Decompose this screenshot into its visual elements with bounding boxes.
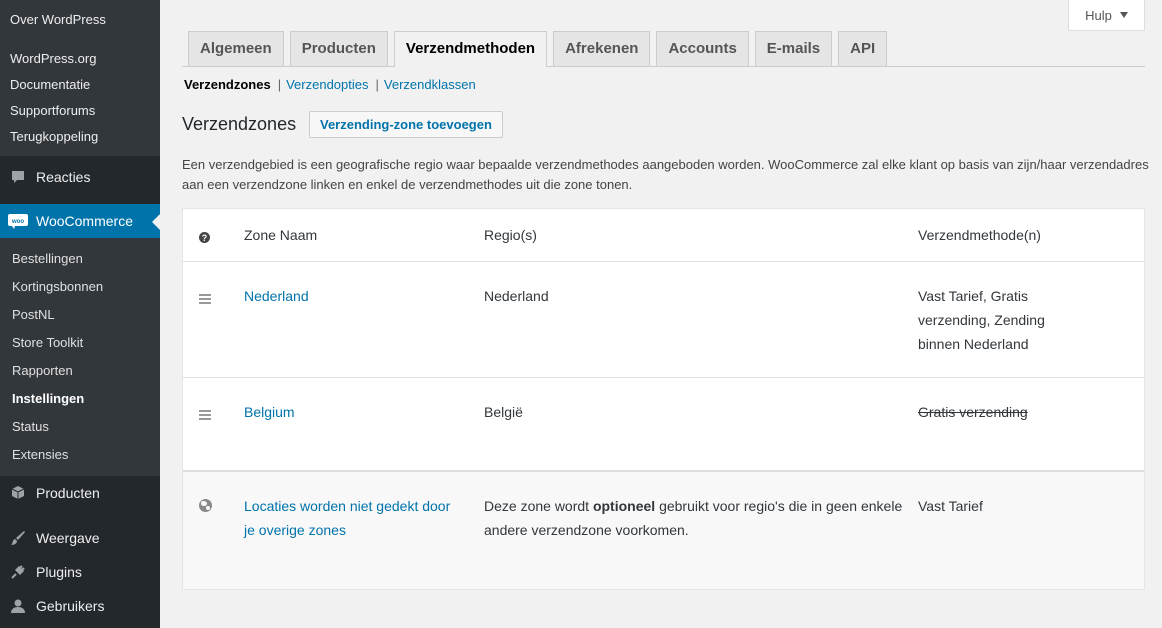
subnav-verzendopties[interactable]: Verzendopties (286, 77, 368, 92)
add-zone-button[interactable]: Verzending-zone toevoegen (309, 111, 503, 138)
menu-producten-label: Producten (36, 485, 100, 501)
sidebar-item-documentatie[interactable]: Documentatie (0, 72, 160, 98)
tab-algemeen[interactable]: Algemeen (188, 31, 284, 66)
menu-woocommerce[interactable]: woo WooCommerce (0, 204, 160, 238)
rest-zone-regions: Deze zone wordt optioneel gebruikt voor … (484, 494, 904, 542)
page-title: Verzendzones (182, 114, 297, 134)
about-submenu: Over WordPress (0, 0, 160, 40)
zone-methods-disabled: Gratis verzending (918, 404, 1028, 420)
sidebar-item-terugkoppeling[interactable]: Terugkoppeling (0, 124, 160, 150)
table-row: Belgium België Gratis verzending (183, 378, 1144, 472)
menu-reacties-label: Reacties (36, 169, 91, 185)
tab-accounts[interactable]: Accounts (656, 31, 749, 66)
menu-gebruikers[interactable]: Gebruikers (0, 589, 160, 623)
subnav-verzendklassen[interactable]: Verzendklassen (384, 77, 476, 92)
sidebar-item-status[interactable]: Status (0, 413, 160, 441)
table-row-rest-of-world: Locaties worden niet gedekt door je over… (183, 472, 1144, 589)
sidebar-item-wordpress-org[interactable]: WordPress.org (0, 46, 160, 72)
tab-producten[interactable]: Producten (289, 31, 388, 66)
globe-icon (199, 494, 212, 512)
header-regions: Regio(s) (484, 227, 537, 243)
subnav-separator: | (375, 77, 379, 92)
settings-tabs: Algemeen Producten Verzendmethoden Afrek… (182, 31, 1145, 67)
comments-icon (8, 167, 28, 187)
drag-handle-icon[interactable] (199, 400, 211, 422)
sidebar-item-store-toolkit[interactable]: Store Toolkit (0, 329, 160, 357)
subnav-separator: | (277, 77, 282, 92)
menu-producten[interactable]: Producten (0, 476, 160, 510)
admin-sidebar: Over WordPress WordPress.org Documentati… (0, 0, 160, 628)
sidebar-item-rapporten[interactable]: Rapporten (0, 357, 160, 385)
zone-name-link[interactable]: Nederland (244, 284, 454, 308)
sidebar-item-postnl[interactable]: PostNL (0, 301, 160, 329)
menu-weergave[interactable]: Weergave (0, 521, 160, 555)
tab-verzendmethoden[interactable]: Verzendmethoden (393, 31, 548, 67)
rest-zone-name-link[interactable]: Locaties worden niet gedekt door je over… (244, 494, 454, 542)
help-tooltip-icon[interactable]: ? (199, 229, 210, 243)
main-content: Hulp Algemeen Producten Verzendmethoden … (160, 0, 1162, 628)
wp-links-submenu: WordPress.org Documentatie Supportforums… (0, 40, 160, 156)
menu-weergave-label: Weergave (36, 530, 100, 546)
svg-text:woo: woo (11, 219, 24, 225)
users-icon (8, 596, 28, 616)
question-icon: ? (199, 232, 210, 243)
tab-api[interactable]: API (838, 31, 888, 66)
woocommerce-submenu: Bestellingen Kortingsbonnen PostNL Store… (0, 238, 160, 476)
sidebar-item-bestellingen[interactable]: Bestellingen (0, 245, 160, 273)
tab-e-mails[interactable]: E-mails (754, 31, 833, 66)
sidebar-item-kortingsbonnen[interactable]: Kortingsbonnen (0, 273, 160, 301)
caret-down-icon (1119, 12, 1128, 18)
rest-zone-methods: Vast Tarief (918, 498, 983, 514)
header-methods: Verzendmethode(n) (918, 227, 1041, 243)
menu-plugins-label: Plugins (36, 564, 82, 580)
plugin-icon (8, 562, 28, 582)
rest-regions-pre: Deze zone wordt (484, 498, 593, 514)
table-row: Nederland Nederland Vast Tarief, Gratis … (183, 262, 1144, 378)
intro-text: Een verzendgebied is een geografische re… (182, 157, 1149, 192)
products-icon (8, 483, 28, 503)
shipping-zones-table: ? Zone Naam Regio(s) Verzendmethode(n) N… (182, 208, 1145, 590)
menu-reacties[interactable]: Reacties (0, 160, 160, 194)
help-button-label: Hulp (1085, 7, 1112, 23)
tab-afrekenen[interactable]: Afrekenen (553, 31, 651, 66)
sidebar-item-over-wordpress[interactable]: Over WordPress (0, 7, 160, 33)
help-button[interactable]: Hulp (1068, 0, 1145, 31)
sidebar-item-instellingen[interactable]: Instellingen (0, 385, 160, 413)
sidebar-item-extensies[interactable]: Extensies (0, 441, 160, 469)
table-header: ? Zone Naam Regio(s) Verzendmethode(n) (183, 209, 1144, 262)
drag-handle-icon[interactable] (199, 284, 211, 306)
menu-plugins[interactable]: Plugins (0, 555, 160, 589)
rest-regions-bold: optioneel (592, 498, 656, 514)
zone-regions: Nederland (484, 288, 549, 304)
zone-regions: België (484, 404, 523, 420)
zone-name-link[interactable]: Belgium (244, 400, 454, 424)
woocommerce-icon: woo (8, 211, 28, 231)
paintbrush-icon (8, 528, 28, 548)
subnav-verzendzones[interactable]: Verzendzones (184, 77, 271, 92)
shipping-subnav: Verzendzones | Verzendopties | Verzendkl… (184, 77, 476, 92)
menu-gebruikers-label: Gebruikers (36, 598, 105, 614)
zone-methods: Vast Tarief, Gratis verzending, Zending … (918, 288, 1045, 352)
menu-woocommerce-label: WooCommerce (36, 213, 133, 229)
sidebar-item-supportforums[interactable]: Supportforums (0, 98, 160, 124)
header-zone-name: Zone Naam (244, 227, 318, 243)
